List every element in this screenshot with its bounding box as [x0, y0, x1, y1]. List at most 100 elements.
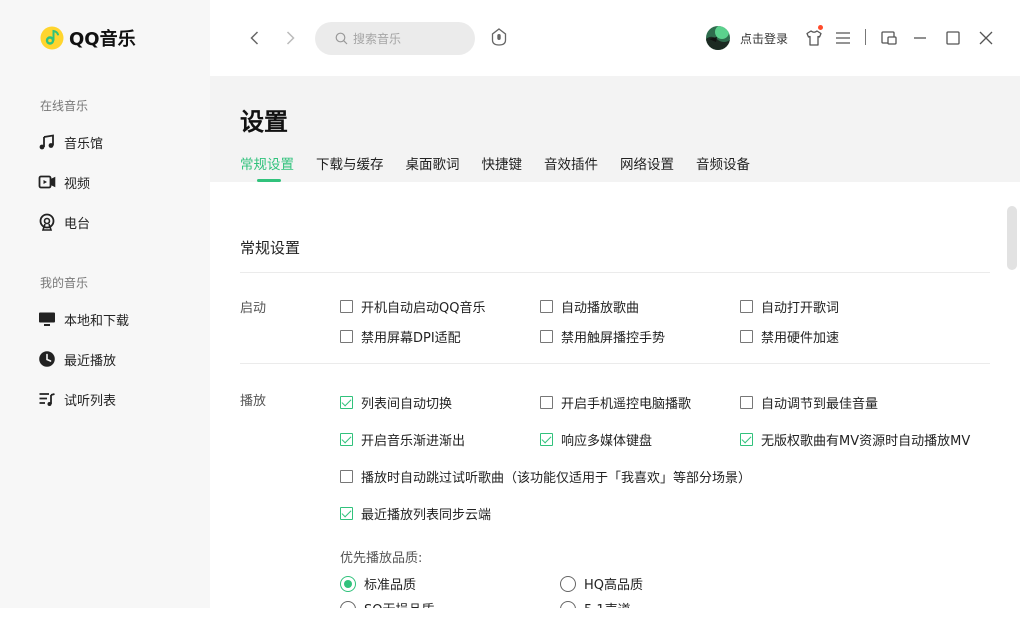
search-box[interactable] [315, 22, 475, 55]
option-media-keys[interactable]: 响应多媒体键盘 [540, 430, 652, 449]
sidebar-item-label: 试听列表 [64, 393, 117, 409]
quality-label: 优先播放品质: [340, 551, 423, 566]
qq-music-logo-icon [40, 26, 64, 50]
option-label: 响应多媒体键盘 [561, 434, 653, 449]
search-icon [335, 32, 348, 45]
option-label: 标准品质 [364, 578, 417, 593]
top-bar: 点击登录 [210, 0, 1020, 76]
sidebar-item-label: 音乐馆 [64, 136, 104, 152]
computer-icon [39, 312, 55, 326]
mic-icon[interactable] [490, 28, 508, 46]
checkbox[interactable] [740, 300, 753, 313]
radio-hq-quality[interactable]: HQ高品质 [560, 574, 643, 593]
checkbox[interactable] [740, 396, 753, 409]
radio[interactable] [560, 600, 576, 608]
tab-general[interactable]: 常规设置 [240, 153, 294, 173]
radio-standard-quality[interactable]: 标准品质 [340, 574, 416, 593]
checkbox-checked[interactable] [740, 433, 753, 446]
avatar-image [706, 26, 730, 50]
radio-sq-quality[interactable]: SQ无损品质 [340, 599, 435, 608]
checkbox[interactable] [740, 330, 753, 343]
app-name: QQ音乐 [69, 29, 136, 50]
checkbox[interactable] [540, 300, 553, 313]
tab-desktop-lyrics[interactable]: 桌面歌词 [406, 153, 460, 173]
sidebar: QQ音乐 在线音乐 音乐馆 视频 电台 我的音乐 本地和下载 最近播放 试听列表 [0, 0, 210, 608]
option-label: 无版权歌曲有MV资源时自动播放MV [761, 434, 971, 449]
checkbox-checked[interactable] [340, 396, 353, 409]
checkbox-checked[interactable] [340, 433, 353, 446]
checkbox-checked[interactable] [540, 433, 553, 446]
option-disable-touch[interactable]: 禁用触屏播控手势 [540, 327, 665, 346]
radio[interactable] [560, 575, 576, 592]
notification-dot [818, 25, 823, 30]
option-sync-recent[interactable]: 最近播放列表同步云端 [340, 504, 491, 523]
back-arrow-icon[interactable] [245, 28, 265, 48]
radio-checked[interactable] [340, 575, 356, 592]
option-label: 最近播放列表同步云端 [361, 508, 492, 523]
tab-download-cache[interactable]: 下载与缓存 [316, 153, 384, 173]
radio[interactable] [340, 600, 356, 608]
option-label: 禁用触屏播控手势 [561, 331, 666, 346]
checkbox[interactable] [540, 396, 553, 409]
option-label: 开启音乐渐进渐出 [361, 434, 466, 449]
option-skip-trial[interactable]: 播放时自动跳过试听歌曲（该功能仅适用于「我喜欢」等部分场景） [340, 467, 751, 486]
forward-arrow-icon[interactable] [280, 28, 300, 48]
sidebar-item-recent[interactable]: 最近播放 [38, 349, 116, 369]
option-auto-switch-list[interactable]: 列表间自动切换 [340, 393, 452, 412]
sidebar-item-trial-list[interactable]: 试听列表 [38, 389, 116, 409]
divider [240, 363, 990, 364]
sidebar-item-label: 电台 [64, 216, 91, 232]
menu-icon[interactable] [834, 29, 852, 47]
checkbox[interactable] [340, 300, 353, 313]
checkbox-checked[interactable] [340, 507, 353, 520]
maximize-icon[interactable] [944, 29, 962, 47]
section-title: 常规设置 [240, 239, 301, 257]
clock-icon [39, 351, 55, 367]
tab-audio-plugins[interactable]: 音效插件 [544, 153, 598, 173]
tab-shortcuts[interactable]: 快捷键 [482, 153, 523, 173]
option-phone-remote[interactable]: 开启手机遥控电脑播歌 [540, 393, 691, 412]
radio-51-channel[interactable]: 5.1声道 [560, 599, 631, 608]
sidebar-item-local-download[interactable]: 本地和下载 [38, 309, 129, 329]
login-link[interactable]: 点击登录 [740, 30, 788, 47]
checkbox[interactable] [540, 330, 553, 343]
checkbox[interactable] [340, 470, 353, 483]
checkbox[interactable] [340, 330, 353, 343]
playlist-icon [39, 393, 55, 406]
settings-tabs: 常规设置 下载与缓存 桌面歌词 快捷键 音效插件 网络设置 音频设备 [240, 153, 772, 173]
option-auto-mv[interactable]: 无版权歌曲有MV资源时自动播放MV [740, 430, 970, 449]
tab-audio-device[interactable]: 音频设备 [696, 153, 750, 173]
sidebar-item-video[interactable]: 视频 [38, 172, 90, 192]
option-label: 自动调节到最佳音量 [761, 397, 879, 412]
option-auto-volume[interactable]: 自动调节到最佳音量 [740, 393, 878, 412]
skin-icon[interactable] [805, 29, 823, 47]
scrollbar-thumb[interactable] [1007, 206, 1017, 270]
option-auto-lyrics[interactable]: 自动打开歌词 [740, 297, 839, 316]
option-disable-hw-accel[interactable]: 禁用硬件加速 [740, 327, 839, 346]
bottom-edge [0, 608, 1020, 632]
avatar[interactable] [706, 26, 730, 50]
option-disable-dpi[interactable]: 禁用屏幕DPI适配 [340, 327, 461, 346]
option-label: 禁用屏幕DPI适配 [361, 331, 461, 346]
close-icon[interactable] [977, 29, 995, 47]
sidebar-item-label: 最近播放 [64, 353, 117, 369]
tab-network[interactable]: 网络设置 [620, 153, 674, 173]
search-input[interactable] [353, 31, 463, 46]
minimize-icon[interactable] [911, 29, 929, 47]
app-logo[interactable]: QQ音乐 [40, 25, 136, 51]
settings-content: 常规设置 启动 开机自动启动QQ音乐 自动播放歌曲 自动打开歌词 禁用屏幕DPI… [210, 182, 1020, 608]
sidebar-item-label: 视频 [64, 176, 91, 192]
page-title: 设置 [240, 108, 288, 136]
option-label: 开机自动启动QQ音乐 [361, 301, 486, 316]
option-label: 播放时自动跳过试听歌曲（该功能仅适用于「我喜欢」等部分场景） [361, 471, 752, 486]
option-label: 开启手机遥控电脑播歌 [561, 397, 692, 412]
option-label: 禁用硬件加速 [761, 331, 840, 346]
option-fade[interactable]: 开启音乐渐进渐出 [340, 430, 465, 449]
toolbar-separator [865, 29, 866, 45]
option-auto-launch[interactable]: 开机自动启动QQ音乐 [340, 297, 485, 316]
mini-mode-icon[interactable] [880, 29, 898, 47]
sidebar-item-radio[interactable]: 电台 [38, 212, 90, 232]
option-auto-play[interactable]: 自动播放歌曲 [540, 297, 639, 316]
group-title-mine: 我的音乐 [40, 276, 89, 290]
sidebar-item-music-hall[interactable]: 音乐馆 [38, 132, 103, 152]
